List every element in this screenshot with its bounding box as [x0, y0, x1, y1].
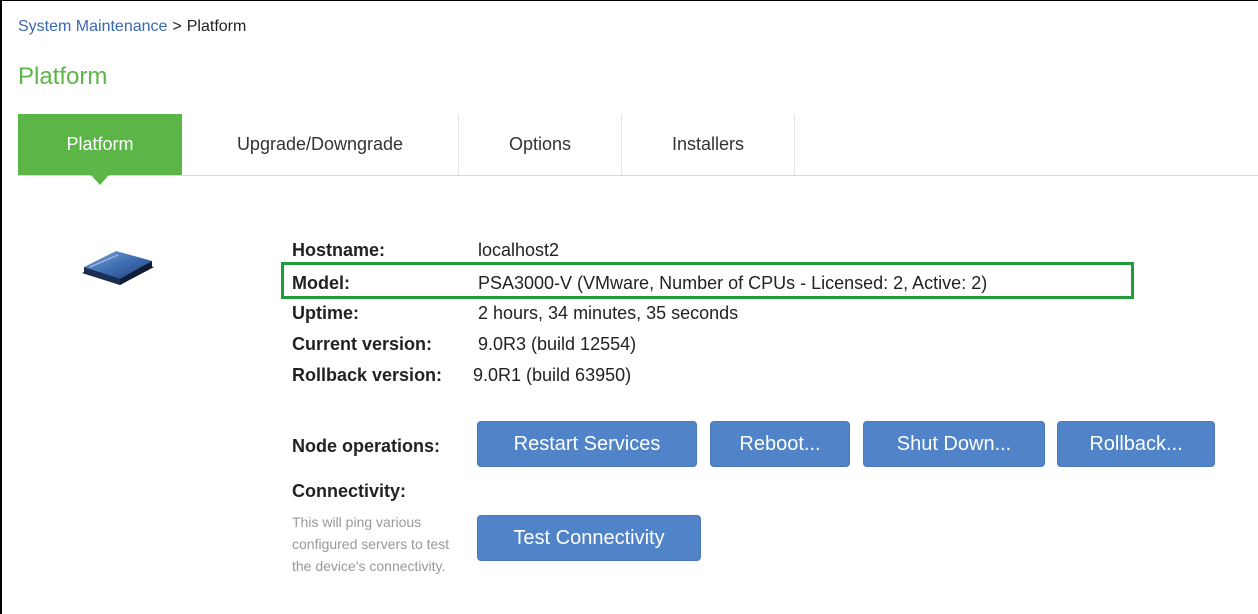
current-version-value: 9.0R3 (build 12554) — [478, 334, 637, 354]
breadcrumb: System Maintenance > Platform — [18, 18, 246, 36]
breadcrumb-link-system-maintenance[interactable]: System Maintenance — [18, 18, 167, 35]
connectivity-label: Connectivity: — [292, 481, 407, 501]
breadcrumb-separator: > — [172, 18, 182, 35]
uptime-value: 2 hours, 34 minutes, 35 seconds — [478, 303, 739, 323]
breadcrumb-current: Platform — [186, 18, 247, 35]
hostname-value: localhost2 — [478, 240, 560, 260]
hostname-label: Hostname: — [292, 240, 386, 260]
test-connectivity-button[interactable]: Test Connectivity — [477, 515, 701, 561]
tab-upgrade-downgrade[interactable]: Upgrade/Downgrade — [182, 114, 459, 175]
rollback-version-label: Rollback version: — [292, 365, 443, 385]
node-operations-label: Node operations: — [292, 436, 441, 456]
uptime-label: Uptime: — [292, 303, 359, 323]
rollback-version-value: 9.0R1 (build 63950) — [473, 365, 632, 385]
model-value: PSA3000-V (VMware, Number of CPUs - Lice… — [478, 273, 988, 293]
tab-bar: Platform Upgrade/Downgrade Options Insta… — [18, 114, 1258, 185]
rollback-button[interactable]: Rollback... — [1057, 421, 1215, 467]
tab-platform[interactable]: Platform — [18, 114, 182, 185]
reboot-button[interactable]: Reboot... — [710, 421, 850, 467]
tab-installers[interactable]: Installers — [622, 114, 795, 175]
appliance-icon — [82, 251, 154, 285]
shut-down-button[interactable]: Shut Down... — [863, 421, 1045, 467]
page-title: Platform — [18, 63, 108, 90]
page-frame: System Maintenance > Platform Platform Pla… — [0, 0, 1258, 614]
model-label: Model: — [292, 273, 350, 293]
current-version-label: Current version: — [292, 334, 433, 354]
tab-options[interactable]: Options — [459, 114, 622, 175]
restart-services-button[interactable]: Restart Services — [477, 421, 697, 467]
connectivity-help-text: This will ping various configured server… — [292, 514, 450, 574]
